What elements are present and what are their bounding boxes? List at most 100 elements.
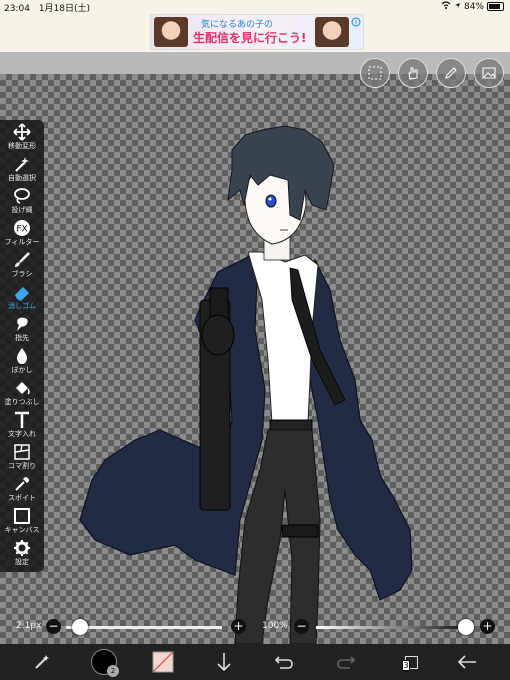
canvas-icon [14, 508, 30, 524]
top-tools [360, 58, 504, 88]
bottom-toolbar: 2 3 [0, 644, 510, 680]
date-text: 1月18日(土) [38, 4, 91, 14]
battery-fill [489, 4, 500, 9]
clock-text: 23:04 [4, 4, 30, 14]
download-button[interactable] [212, 644, 236, 680]
tool-finger[interactable]: 指先 [0, 315, 44, 346]
tool-label: ブラシ [11, 270, 33, 278]
location-icon [454, 2, 461, 12]
tool-settings[interactable]: 設定 [0, 539, 44, 570]
hand-icon[interactable] [398, 58, 428, 88]
gun-top [209, 287, 229, 319]
layers-button[interactable]: 3 [394, 644, 419, 680]
tool-label: ぼかし [11, 366, 33, 374]
slider-row: 2.1px − + 100% − + [0, 616, 510, 640]
ad-info-icon[interactable]: ? [351, 17, 361, 27]
brush-size-knob[interactable] [72, 619, 88, 635]
tool-lasso[interactable]: 投げ縄 [0, 187, 44, 218]
color-button[interactable]: 2 [88, 644, 120, 680]
ad-banner[interactable]: 気になるあの子の 生配信を見に行こう! ? [150, 14, 364, 50]
undo-button[interactable] [272, 644, 296, 680]
opacity-plus-button[interactable]: + [480, 619, 495, 634]
brush-size-slider[interactable] [66, 626, 222, 629]
status-time: 23:04 1月18日(土) [4, 1, 90, 14]
tool-text[interactable]: 文字入れ [0, 411, 44, 442]
move-icon [13, 123, 31, 141]
brush-icon [15, 252, 30, 267]
color-icon: 2 [91, 649, 119, 677]
ad-bar: 気になるあの子の 生配信を見に行こう! ? [0, 14, 510, 52]
eraser-icon [15, 287, 29, 301]
tool-fill[interactable]: 塗りつぶし [0, 379, 44, 410]
eye [265, 194, 277, 208]
coat [79, 251, 266, 576]
eyedropper-icon [15, 477, 29, 491]
tool-canvas[interactable]: キャンバス [0, 507, 44, 538]
holster [281, 524, 319, 538]
battery-percent: 84% [463, 1, 484, 12]
svg-text:?: ? [354, 20, 357, 27]
layer-count: 3 [402, 659, 410, 671]
magic-brush-icon [35, 655, 49, 669]
artwork [79, 125, 413, 644]
wifi-icon [441, 1, 451, 12]
redo-button[interactable] [334, 644, 358, 680]
back-icon [457, 655, 476, 669]
opacity-slider[interactable] [316, 626, 468, 629]
status-indicators: 84% [441, 1, 504, 12]
tool-auto-select[interactable]: 自動選択 [0, 155, 44, 186]
opacity-knob[interactable] [458, 619, 474, 635]
back-button[interactable] [454, 644, 480, 680]
magic-brush-button[interactable] [28, 644, 56, 680]
tool-label: 消しゴム [8, 302, 36, 310]
tool-frame[interactable]: コマ割り [0, 443, 44, 474]
brush-size-value: 2.1px [16, 621, 42, 631]
secondary-color-button[interactable] [150, 644, 176, 680]
tool-label: 投げ縄 [11, 206, 33, 214]
tool-label: 塗りつぶし [4, 398, 40, 406]
pen-icon[interactable] [436, 58, 466, 88]
droplet-icon [16, 348, 28, 364]
secondary-color-icon [152, 651, 174, 673]
text-icon [15, 411, 29, 428]
tool-filter[interactable]: FX フィルター [0, 219, 44, 250]
tool-label: 文字入れ [8, 430, 36, 438]
magic-wand-icon [15, 157, 29, 172]
ad-photo-right [315, 17, 349, 47]
redo-icon [337, 656, 356, 669]
battery-icon [487, 2, 504, 11]
opacity-value: 100% [262, 621, 288, 631]
tool-eyedropper[interactable]: スポイト [0, 475, 44, 506]
left-toolbar: 移動変形 自動選択 投げ縄 FX フィルター ブラシ 消しゴム 指先 ぼかし 塗… [0, 120, 44, 572]
download-icon [217, 653, 231, 672]
tool-label: 自動選択 [8, 174, 36, 182]
ad-photo-left [154, 17, 188, 47]
layers-icon: 3 [402, 653, 419, 672]
lasso-icon [14, 188, 30, 204]
brush-size-minus-button[interactable]: − [46, 619, 61, 634]
ad-tagline: 生配信を見に行こう! [193, 31, 307, 45]
gallery-icon[interactable] [474, 58, 504, 88]
tool-label: 指先 [15, 334, 29, 342]
tool-blur[interactable]: ぼかし [0, 347, 44, 378]
brush-size-plus-button[interactable]: + [231, 619, 246, 634]
tool-eraser[interactable]: 消しゴム [0, 283, 44, 314]
undo-icon [274, 656, 293, 669]
tool-move[interactable]: 移動変形 [0, 123, 44, 154]
tool-label: 移動変形 [8, 142, 36, 150]
finger-icon [17, 317, 28, 331]
status-bar: 23:04 1月18日(土) 84% [0, 0, 510, 14]
belt [269, 419, 313, 431]
brush-size-badge: 2 [107, 665, 119, 677]
hand [201, 314, 235, 356]
opacity-minus-button[interactable]: − [294, 619, 309, 634]
tool-brush[interactable]: ブラシ [0, 251, 44, 282]
tool-label: コマ割り [8, 462, 36, 470]
selection-icon[interactable] [360, 58, 390, 88]
tool-label: 設定 [15, 558, 29, 566]
gear-icon [14, 540, 30, 556]
bucket-icon [16, 382, 30, 395]
panel-icon [14, 444, 30, 460]
tool-label: キャンバス [4, 526, 40, 534]
tool-label: スポイト [8, 494, 36, 502]
